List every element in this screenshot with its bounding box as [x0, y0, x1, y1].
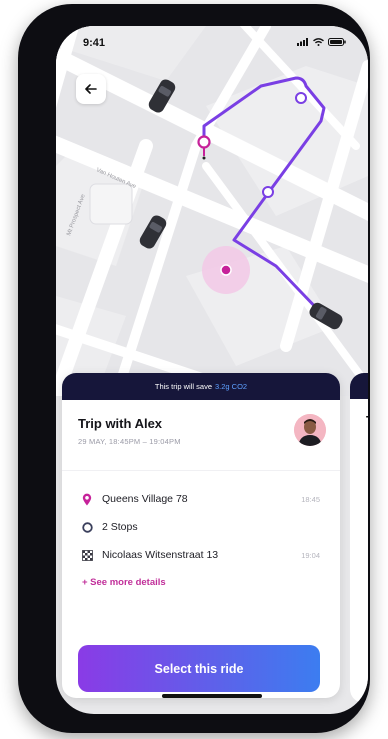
battery-icon — [328, 38, 346, 46]
stop-row-stops: 2 Stops — [80, 513, 324, 541]
checkered-flag-icon — [80, 548, 94, 562]
screen: Van Houten Ave Mt Prospect Ave 9:41 This… — [56, 26, 368, 714]
status-bar: 9:41 — [56, 26, 368, 60]
stop-row-pickup: Queens Village 78 18:45 — [80, 485, 324, 513]
status-time: 9:41 — [83, 37, 106, 49]
stop-label: 2 Stops — [102, 521, 138, 533]
arrow-left-icon — [85, 84, 97, 94]
home-indicator[interactable] — [162, 694, 262, 698]
waypoint-icon — [295, 92, 307, 104]
next-ride-title: T — [366, 413, 368, 428]
co2-amount: 3.2g CO2 — [215, 382, 248, 391]
current-location-icon — [202, 246, 250, 294]
co2-banner: This trip will save 3.2g CO2 — [62, 373, 340, 400]
stop-circle-icon — [80, 520, 94, 534]
see-more-details-link[interactable]: + See more details — [80, 577, 324, 588]
signal-icon — [297, 38, 308, 46]
waypoint-icon — [262, 186, 274, 198]
driver-portrait-icon — [294, 414, 326, 446]
ride-card[interactable]: This trip will save 3.2g CO2 Trip with A… — [62, 373, 340, 698]
phone-frame: Van Houten Ave Mt Prospect Ave 9:41 This… — [18, 4, 370, 733]
co2-banner-text: This trip will save — [154, 382, 212, 391]
stop-time: 18:45 — [301, 494, 320, 504]
trip-time-range: 29 MAY, 18:45PM – 19:04PM — [78, 437, 181, 446]
driver-avatar[interactable] — [294, 414, 326, 446]
stop-label: Nicolaas Witsenstraat 13 — [102, 549, 219, 561]
stop-label: Queens Village 78 — [102, 493, 188, 505]
back-button[interactable] — [76, 74, 106, 104]
trip-title: Trip with Alex — [78, 416, 163, 431]
stop-time: 19:04 — [301, 550, 320, 560]
stop-row-destination: Nicolaas Witsenstraat 13 19:04 — [80, 541, 324, 569]
next-ride-card[interactable]: T — [350, 373, 368, 703]
select-ride-button[interactable]: Select this ride — [78, 645, 320, 692]
wifi-icon — [313, 38, 324, 46]
next-ride-banner — [350, 373, 368, 399]
pin-icon — [80, 492, 94, 506]
stop-list: Queens Village 78 18:45 2 Stops Nicolaas… — [62, 471, 340, 588]
trip-header: Trip with Alex 29 MAY, 18:45PM – 19:04PM — [62, 400, 340, 470]
status-icons — [297, 38, 346, 46]
